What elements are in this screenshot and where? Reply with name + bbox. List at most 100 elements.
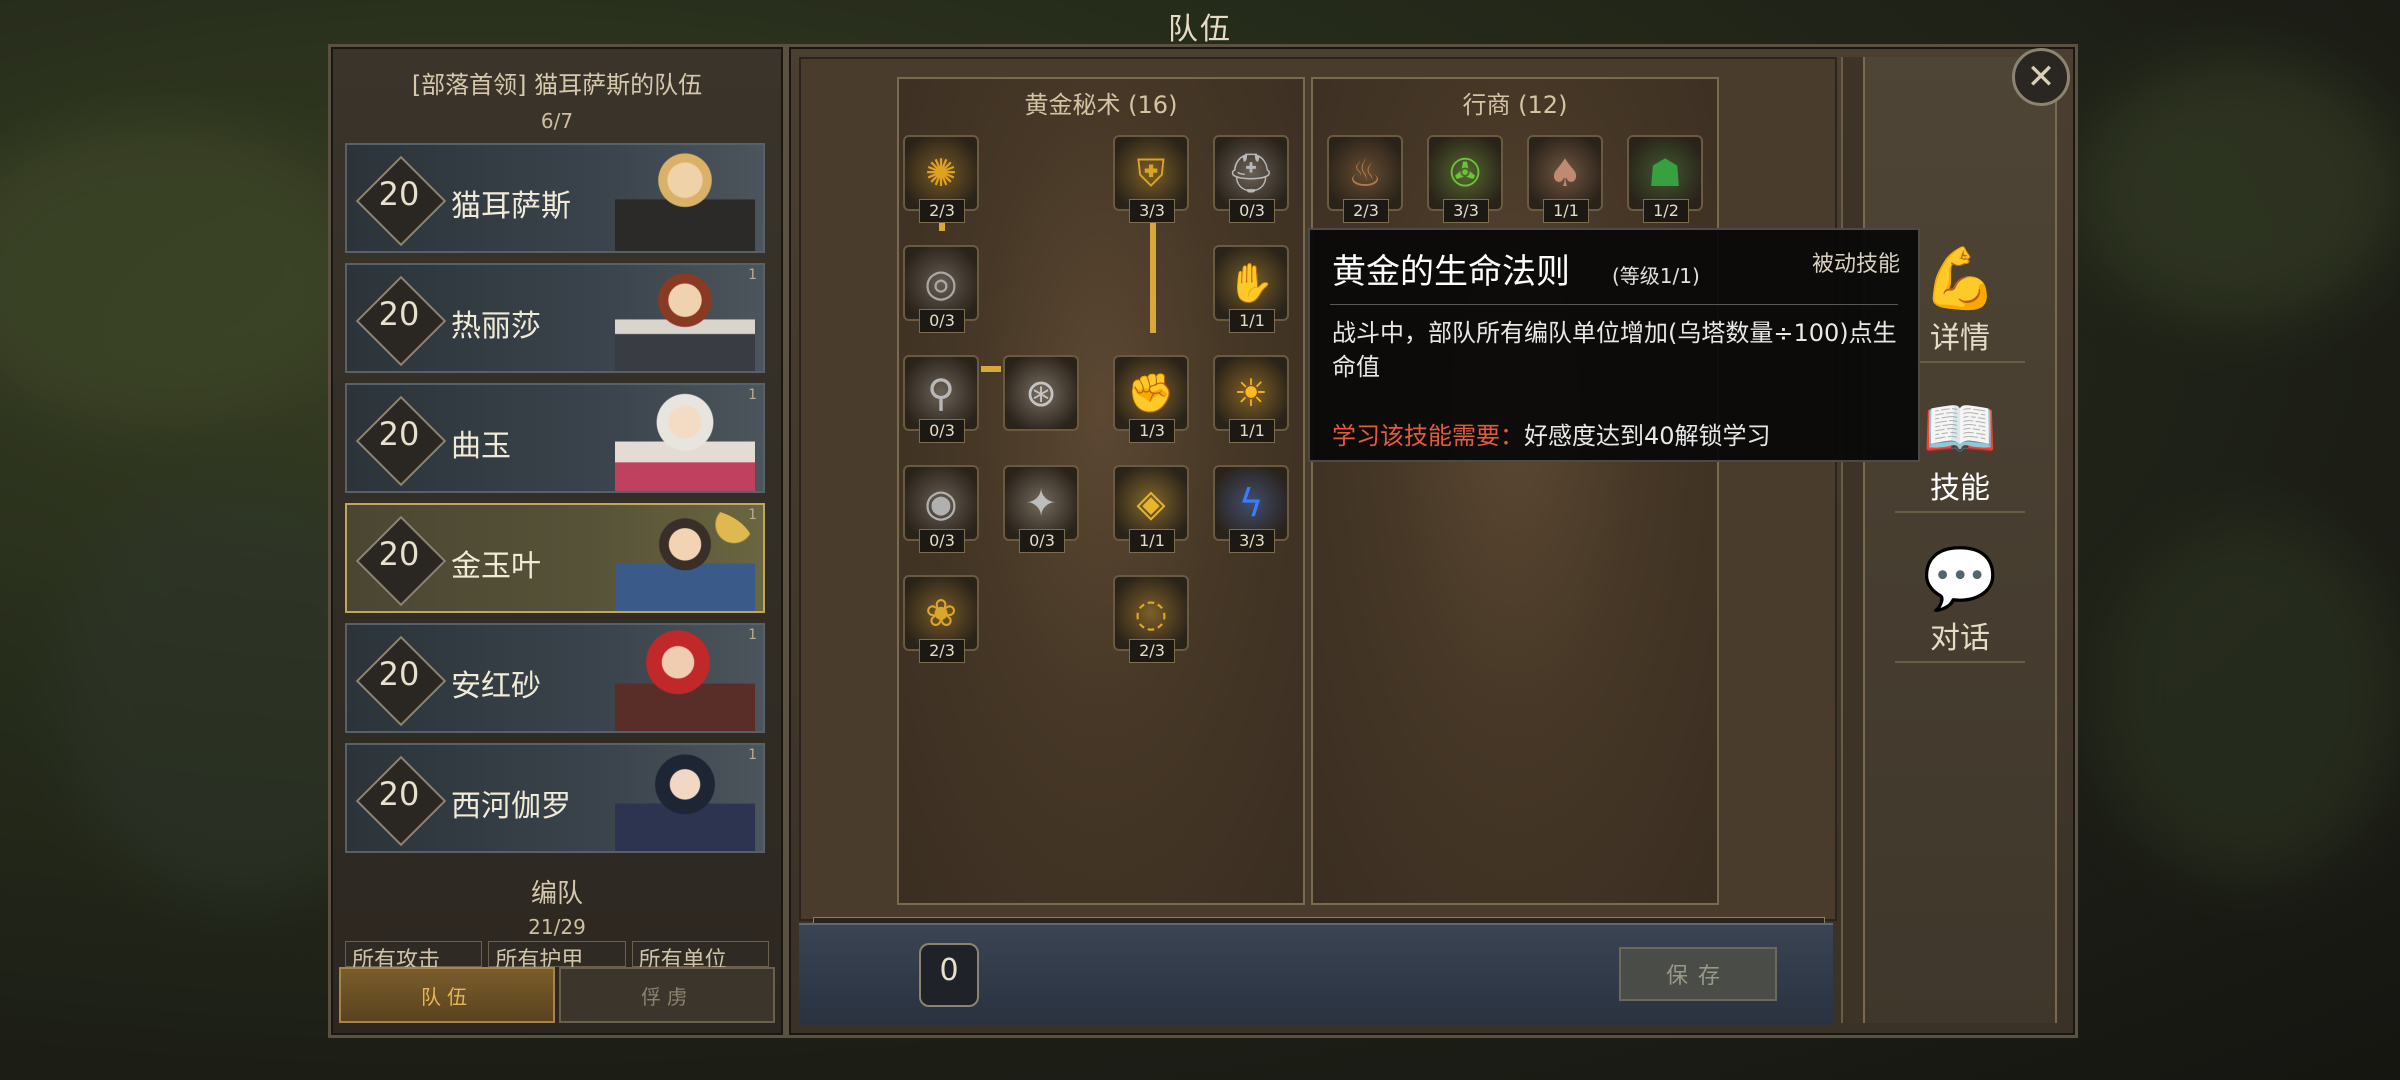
unit-portrait bbox=[615, 749, 755, 851]
silver-orb-icon: ◉ bbox=[924, 481, 958, 525]
unit-corner-mark: 1 bbox=[748, 387, 757, 403]
skill-slot[interactable]: ♨ 2/3 bbox=[1327, 135, 1403, 223]
skill-slot[interactable]: ϟ 3/3 bbox=[1213, 465, 1289, 553]
skill-level: 2/3 bbox=[919, 199, 965, 223]
unit-name: 热丽莎 bbox=[451, 309, 541, 344]
unit-name: 西河伽罗 bbox=[451, 789, 571, 824]
skill-panel: 黄金秘术 (16) ✺ 2/3 ⛨ 3/3 ⛑ 0/3 ◎ 0/3 ✋ 1/1 ⚲ 0/3 … bbox=[786, 44, 2078, 1038]
unit-card[interactable]: 20 曲玉 1 bbox=[345, 383, 765, 493]
golden-fist-icon: ✊ bbox=[1127, 370, 1175, 415]
skill-level: 0/3 bbox=[919, 529, 965, 553]
golden-sun-icon: ☀ bbox=[1233, 371, 1269, 415]
unit-portrait bbox=[615, 629, 755, 731]
unit-name: 安红砂 bbox=[451, 669, 541, 704]
filter-unit-dropdown[interactable]: 所有单位 bbox=[631, 941, 769, 967]
skill-level: 1/1 bbox=[1229, 309, 1275, 333]
blue-lightning-icon: ϟ bbox=[1238, 481, 1264, 525]
skill-slot[interactable]: ✊ 1/3 bbox=[1113, 355, 1189, 443]
unit-portrait bbox=[615, 269, 755, 371]
golden-tornado-icon: ◌ bbox=[1134, 591, 1168, 635]
skill-tree-golden-arts: 黄金秘术 (16) ✺ 2/3 ⛨ 3/3 ⛑ 0/3 ◎ 0/3 ✋ 1/1 ⚲ 0/3 … bbox=[897, 77, 1305, 905]
skill-slot[interactable]: ⊛ bbox=[1003, 355, 1079, 431]
party-count: 6/7 bbox=[540, 109, 574, 133]
golden-lotus-icon: ❀ bbox=[925, 591, 957, 635]
formation-count: 21/29 bbox=[528, 915, 586, 939]
close-icon: ✕ bbox=[2026, 57, 2056, 97]
party-panel: [部落首领] 猫耳萨斯的队伍 6/7 20 猫耳萨斯 20 热丽莎 1 20 曲… bbox=[328, 44, 786, 1038]
tab-party[interactable]: 队伍 bbox=[339, 967, 555, 1023]
nav-dialogue[interactable]: 💬 对话 bbox=[1865, 517, 2055, 657]
skill-slot[interactable]: ◌ 2/3 bbox=[1113, 575, 1189, 663]
filter-attack-dropdown[interactable]: 所有攻击 bbox=[345, 941, 483, 967]
silver-vortex-icon: ◎ bbox=[924, 261, 958, 305]
skill-level: 1/1 bbox=[1543, 199, 1589, 223]
skill-level: 0/3 bbox=[1019, 529, 1065, 553]
green-merchant-icon: ☗ bbox=[1647, 151, 1683, 195]
filter-armor-dropdown[interactable]: 所有护甲 bbox=[488, 941, 626, 967]
silver-figure-icon: ⚲ bbox=[927, 371, 955, 415]
skill-level: 2/3 bbox=[1129, 639, 1175, 663]
skill-level: 3/3 bbox=[1129, 199, 1175, 223]
tab-captives[interactable]: 俘虏 bbox=[559, 967, 775, 1023]
golden-hand-icon: ✋ bbox=[1227, 260, 1275, 305]
strength-arm-icon: 💪 bbox=[1922, 244, 1998, 314]
skill-slot[interactable]: ☗ 1/2 bbox=[1627, 135, 1703, 223]
gourd-icon: ♠ bbox=[1547, 151, 1583, 195]
skill-slot[interactable]: ⚲ 0/3 bbox=[903, 355, 979, 443]
skill-level: 3/3 bbox=[1229, 529, 1275, 553]
skill-level: 1/1 bbox=[1229, 419, 1275, 443]
skill-slot[interactable]: ⛑ 0/3 bbox=[1213, 135, 1289, 223]
save-button[interactable]: 保存 bbox=[1619, 947, 1777, 1001]
coin-pouch-icon: ♨ bbox=[1347, 151, 1383, 195]
tooltip-type: 被动技能 bbox=[1811, 252, 1900, 277]
unit-card[interactable]: 20 热丽莎 1 bbox=[345, 263, 765, 373]
golden-swirl-icon: ✺ bbox=[925, 151, 957, 195]
golden-shield-icon: ⛨ bbox=[1136, 150, 1166, 195]
skill-slot[interactable]: ◎ 0/3 bbox=[903, 245, 979, 333]
close-button[interactable]: ✕ bbox=[2012, 48, 2070, 106]
unit-corner-mark: 1 bbox=[748, 747, 757, 763]
tree-title: 黄金秘术 (16) bbox=[1024, 91, 1178, 119]
skill-bottom-bar: 0 保存 bbox=[799, 923, 1833, 1025]
golden-eye-icon: ◈ bbox=[1136, 481, 1166, 525]
requirement-value: 好感度达到40解锁学习 bbox=[1524, 422, 1771, 450]
skill-slot[interactable]: ♠ 1/1 bbox=[1527, 135, 1603, 223]
skill-slot[interactable]: ✋ 1/1 bbox=[1213, 245, 1289, 333]
unit-level: 20 bbox=[378, 295, 420, 333]
tooltip-divider bbox=[1330, 304, 1898, 305]
tree-connector bbox=[981, 366, 1001, 372]
skill-tooltip: 黄金的生命法则 (等级1/1) 被动技能 战斗中，部队所有编队单位增加(乌塔数量… bbox=[1308, 228, 1920, 462]
formation-title: 编队 bbox=[530, 879, 583, 909]
skill-slot[interactable]: ✺ 2/3 bbox=[903, 135, 979, 223]
skill-level: 3/3 bbox=[1443, 199, 1489, 223]
skill-slot[interactable]: ❀ 2/3 bbox=[903, 575, 979, 663]
nav-divider bbox=[1895, 661, 2025, 663]
skill-slot[interactable]: ◉ 0/3 bbox=[903, 465, 979, 553]
unit-corner-mark: 1 bbox=[748, 267, 757, 283]
unit-name: 曲玉 bbox=[451, 429, 511, 464]
skill-slot[interactable]: ✦ 0/3 bbox=[1003, 465, 1079, 553]
tree-connector bbox=[1150, 213, 1156, 333]
filter-row: 所有攻击 所有护甲 所有单位 bbox=[345, 941, 769, 967]
tooltip-requirement: 学习该技能需要：好感度达到40解锁学习 bbox=[1332, 416, 1771, 451]
skill-slot[interactable]: ✇ 3/3 bbox=[1427, 135, 1503, 223]
skill-book-icon: 📖 bbox=[1922, 394, 1998, 464]
tooltip-level: (等级1/1) bbox=[1612, 264, 1700, 288]
unit-name: 金玉叶 bbox=[451, 549, 541, 584]
unit-level: 20 bbox=[378, 415, 420, 453]
unit-level: 20 bbox=[378, 775, 420, 813]
skill-level: 0/3 bbox=[1229, 199, 1275, 223]
unit-card-selected[interactable]: 20 金玉叶 1 bbox=[345, 503, 765, 613]
skill-slot[interactable]: ☀ 1/1 bbox=[1213, 355, 1289, 443]
skill-level: 1/1 bbox=[1129, 529, 1175, 553]
skill-slot[interactable]: ◈ 1/1 bbox=[1113, 465, 1189, 553]
tree-title: 行商 (12) bbox=[1462, 91, 1568, 119]
skill-level: 1/3 bbox=[1129, 419, 1175, 443]
unit-card[interactable]: 20 西河伽罗 1 bbox=[345, 743, 765, 853]
unit-corner-mark: 1 bbox=[748, 627, 757, 643]
unit-card[interactable]: 20 安红砂 1 bbox=[345, 623, 765, 733]
nav-label: 对话 bbox=[1930, 621, 1990, 656]
side-nav: 💪 详情 📖 技能 💬 对话 bbox=[1863, 57, 2057, 1023]
skill-slot[interactable]: ⛨ 3/3 bbox=[1113, 135, 1189, 223]
unit-card[interactable]: 20 猫耳萨斯 bbox=[345, 143, 765, 253]
